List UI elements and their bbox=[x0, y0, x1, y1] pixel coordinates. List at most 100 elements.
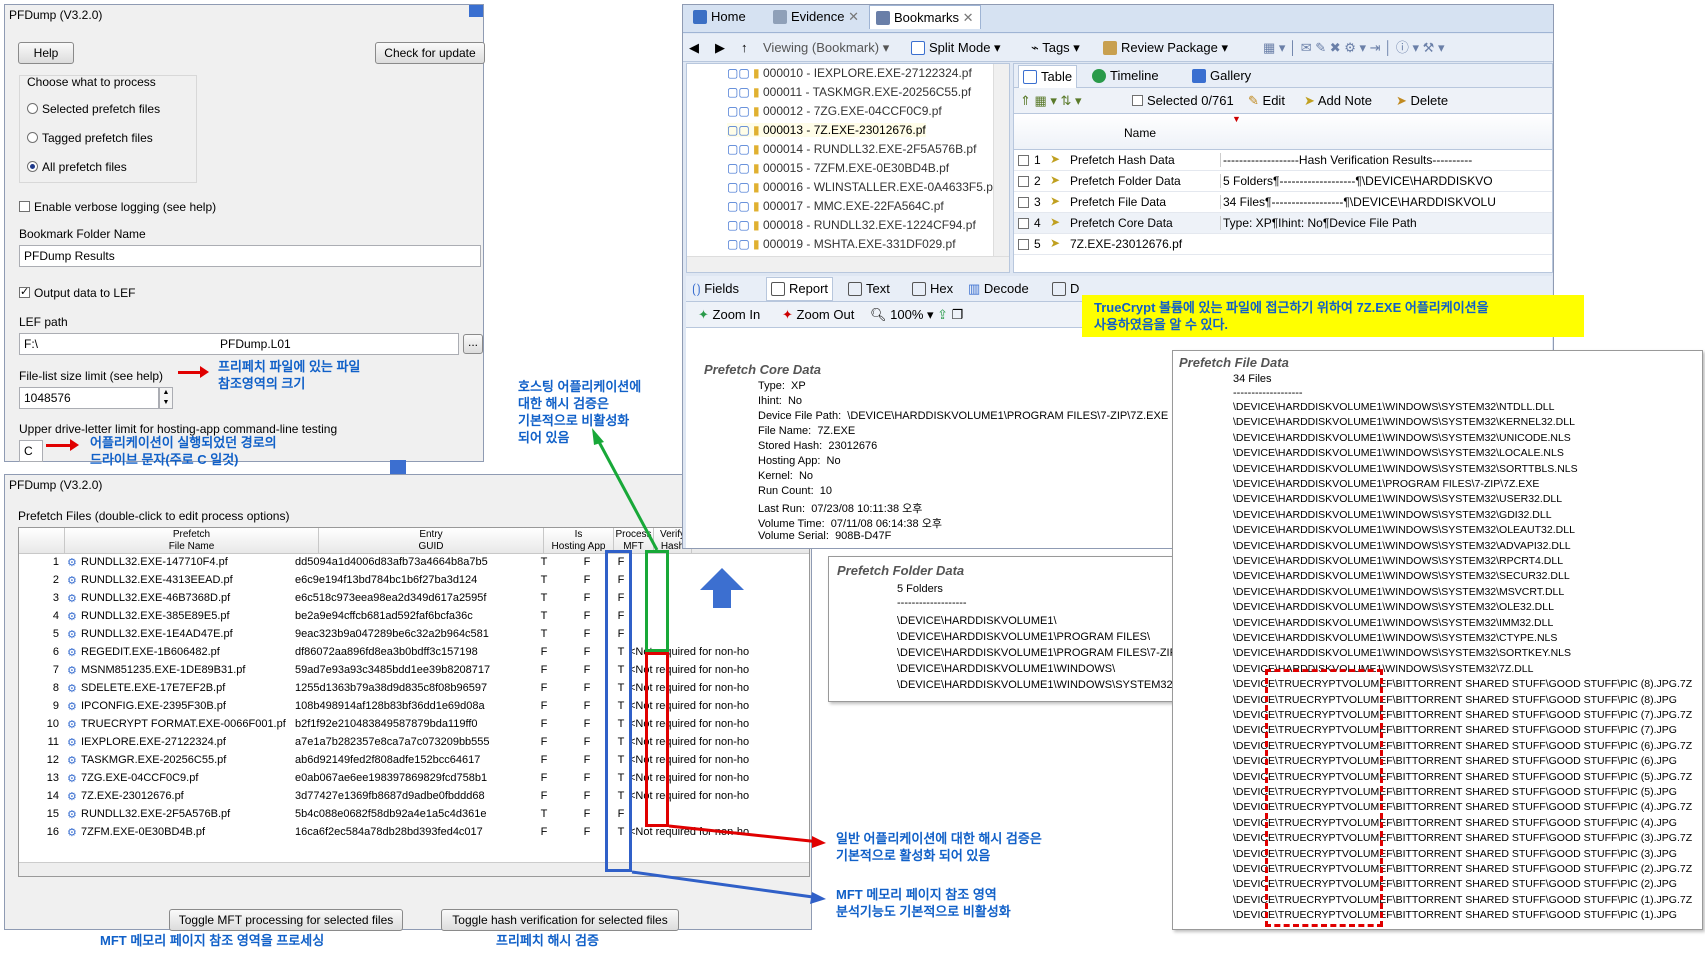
tree-connector-icon: ▢▢ bbox=[727, 180, 750, 194]
add-note-label: Add Note bbox=[1317, 93, 1373, 108]
checkbox-icon[interactable] bbox=[1132, 95, 1143, 106]
folder-icon: ▮ bbox=[753, 85, 760, 99]
add-note-button[interactable]: ➤ Add Note bbox=[1304, 90, 1372, 112]
tab-home[interactable]: Home bbox=[687, 5, 752, 29]
tree-item[interactable]: ▢▢ ▮ 000018 - RUNDLL32.EXE-1224CF94.pf bbox=[727, 218, 976, 232]
selected-count[interactable]: Selected 0/761 bbox=[1132, 90, 1234, 112]
tree-connector-icon: ▢▢ bbox=[727, 123, 750, 137]
table-tool-icons[interactable]: ⇑ ▦ ▾ ⇅ ▾ bbox=[1020, 90, 1082, 112]
delete-icon: ➤ bbox=[1396, 93, 1407, 108]
home-icon bbox=[693, 10, 707, 24]
bookmark-row[interactable]: 3 ➤ Prefetch File Data 34 Files¶-----------… bbox=[1014, 192, 1552, 213]
core-value: 908B-D47F bbox=[835, 530, 892, 542]
tree-item[interactable]: ▢▢ ▮ 000010 - IEXPLORE.EXE-27122324.pf bbox=[727, 66, 972, 80]
core-value: 10 bbox=[819, 485, 833, 497]
copy-icon[interactable]: ❐ bbox=[952, 307, 964, 322]
zoom-in-button[interactable]: ✦ Zoom In bbox=[698, 304, 760, 326]
bookmark-icon: ➤ bbox=[1050, 194, 1061, 208]
doc-icon bbox=[1052, 282, 1066, 296]
blue-up-arrowhead bbox=[700, 568, 744, 590]
edit-button[interactable]: ✎ Edit bbox=[1248, 90, 1285, 112]
tree-item-label: 000017 - MMC.EXE-22FA564C.pf bbox=[762, 199, 944, 213]
core-item: Volume Time: 07/11/08 06:14:38 오후 bbox=[758, 515, 942, 531]
core-value: \DEVICE\HARDDISKVOLUME1\PROGRAM FILES\7-… bbox=[847, 410, 1169, 422]
tags-label: Tags bbox=[1042, 40, 1070, 55]
tags-dropdown[interactable]: ⌁ Tags ▾ bbox=[1031, 37, 1080, 59]
core-item: Device File Path: \DEVICE\HARDDISKVOLUME… bbox=[758, 410, 1168, 422]
toolbar-icons[interactable]: ▦ ▾ │ ✉ ✎ ✖ ⚙ ▾ ⇥ │ ⓘ ▾ ⚒ ▾ bbox=[1263, 37, 1444, 59]
file-item: \DEVICE\HARDDISKVOLUME1\WINDOWS\SYSTEM32… bbox=[1233, 555, 1564, 567]
tab-label: Bookmarks bbox=[894, 10, 960, 25]
tree-item[interactable]: ▢▢ ▮ 000014 - RUNDLL32.EXE-2F5A576B.pf bbox=[727, 142, 976, 156]
checkbox-icon[interactable] bbox=[1018, 155, 1029, 166]
checkbox-icon[interactable] bbox=[1018, 197, 1029, 208]
folder-item: \DEVICE\HARDDISKVOLUME1\WINDOWS\SYSTEM32… bbox=[897, 679, 1176, 691]
tab-fields[interactable]: ⟮⟯ Fields bbox=[692, 278, 739, 300]
bookmark-row[interactable]: 5 ➤ 7Z.EXE-23012676.pf bbox=[1014, 234, 1552, 255]
file-data-box: Prefetch File Data 34 Files ------------… bbox=[1172, 350, 1703, 930]
name-header[interactable]: Name ▼ bbox=[1014, 114, 1552, 150]
file-item: \DEVICE\HARDDISKVOLUME1\PROGRAM FILES\7-… bbox=[1233, 478, 1540, 490]
tree-item[interactable]: ▢▢ ▮ 000015 - 7ZFM.EXE-0E30BD4B.pf bbox=[727, 161, 949, 175]
bookmark-row[interactable]: 2 ➤ Prefetch Folder Data 5 Folders¶--------… bbox=[1014, 171, 1552, 192]
file-item: \DEVICE\HARDDISKVOLUME1\WINDOWS\SYSTEM32… bbox=[1233, 508, 1552, 521]
up-icon[interactable]: ↑ bbox=[741, 37, 748, 59]
core-key: Hosting App: bbox=[758, 455, 821, 467]
annotation-hash-bottom: 프리페치 해시 검증 bbox=[496, 933, 599, 948]
tree-item[interactable]: ▢▢ ▮ 000017 - MMC.EXE-22FA564C.pf bbox=[727, 199, 944, 213]
tree-item-label: 000012 - 7ZG.EXE-04CCF0C9.pf bbox=[762, 104, 942, 118]
tab-bookmarks[interactable]: Bookmarks ✕ bbox=[869, 5, 981, 29]
tree-item[interactable]: ▢▢ ▮ 000013 - 7Z.EXE-23012676.pf bbox=[727, 123, 926, 137]
zoom-dropdown[interactable]: 🔍︎ 100% ▾ ⇪ ❐ bbox=[870, 304, 963, 326]
core-value: No bbox=[826, 455, 841, 467]
review-dropdown[interactable]: Review Package ▾ bbox=[1103, 37, 1228, 59]
tree-item[interactable]: ▢▢ ▮ 000012 - 7ZG.EXE-04CCF0C9.pf bbox=[727, 104, 942, 118]
tab-d[interactable]: D bbox=[1052, 278, 1079, 300]
viewing-dropdown[interactable]: Viewing (Bookmark) ▾ bbox=[763, 37, 889, 59]
tree-item[interactable]: ▢▢ ▮ 000011 - TASKMGR.EXE-20256C55.pf bbox=[727, 85, 971, 99]
yellow-callout: TrueCrypt 볼륨에 있는 파일에 접근하기 위하여 7Z.EXE 어플리… bbox=[1082, 295, 1584, 337]
core-key: Kernel: bbox=[758, 470, 793, 482]
core-item: Kernel: No bbox=[758, 470, 813, 482]
folder-item: \DEVICE\HARDDISKVOLUME1\PROGRAM FILES\7-… bbox=[897, 647, 1181, 659]
tab-table[interactable]: Table bbox=[1018, 65, 1078, 88]
bookmark-row[interactable]: 4 ➤ Prefetch Core Data Type: XP¶Ihint: No¶D… bbox=[1014, 213, 1552, 234]
core-key: File Name: bbox=[758, 425, 812, 437]
tab-label: Timeline bbox=[1110, 68, 1159, 83]
core-key: Run Count: bbox=[758, 485, 814, 497]
checkbox-icon[interactable] bbox=[1018, 239, 1029, 250]
export-icon[interactable]: ⇪ bbox=[937, 307, 948, 322]
tab-report[interactable]: Report bbox=[766, 277, 834, 301]
bookmark-value: Type: XP¶Ihint: No¶Device File Path bbox=[1220, 216, 1552, 230]
tab-timeline[interactable]: Timeline bbox=[1092, 65, 1159, 87]
tree-hscroll[interactable] bbox=[687, 256, 1009, 272]
tab-text[interactable]: Text bbox=[848, 278, 890, 300]
checkbox-icon[interactable] bbox=[1018, 176, 1029, 187]
tab-decode[interactable]: ▥ Decode bbox=[968, 278, 1029, 300]
bookmark-row[interactable]: 1 ➤ Prefetch Hash Data -------------------H… bbox=[1014, 150, 1552, 171]
folder-icon: ▮ bbox=[753, 180, 760, 194]
tab-hex[interactable]: Hex bbox=[912, 278, 953, 300]
bookmark-row-number: 4 bbox=[1034, 216, 1041, 230]
delete-button[interactable]: ➤ Delete bbox=[1396, 90, 1448, 112]
core-item: Ihint: No bbox=[758, 395, 802, 407]
forward-icon[interactable]: ▶ bbox=[715, 37, 725, 59]
annotation-hosting: 호스팅 어플리케이션에 대한 해시 검증은 기본적으로 비활성화 되어 있음 bbox=[518, 379, 642, 445]
file-item: \DEVICE\HARDDISKVOLUME1\WINDOWS\SYSTEM32… bbox=[1233, 570, 1570, 583]
tree-item[interactable]: ▢▢ ▮ 000019 - MSHTA.EXE-331DF029.pf bbox=[727, 237, 956, 251]
zoom-out-button[interactable]: ✦ Zoom Out bbox=[782, 304, 854, 326]
tree-vscroll[interactable] bbox=[993, 64, 1009, 256]
close-icon[interactable]: ✕ bbox=[848, 9, 859, 24]
close-icon[interactable]: ✕ bbox=[963, 10, 974, 25]
checkbox-icon[interactable] bbox=[1018, 218, 1029, 229]
annotation-mft-bottom: MFT 메모리 페이지 참조 영역을 프로세싱 bbox=[100, 933, 325, 948]
back-icon[interactable]: ◀ bbox=[689, 37, 699, 59]
split-mode-dropdown[interactable]: Split Mode ▾ bbox=[911, 37, 1001, 59]
sort-icon: ▼ bbox=[1232, 114, 1241, 124]
name-col-label: Name bbox=[1124, 126, 1157, 140]
tree-item[interactable]: ▢▢ ▮ 000016 - WLINSTALLER.EXE-0A4633F5.p… bbox=[727, 180, 996, 194]
tab-gallery[interactable]: Gallery bbox=[1192, 65, 1251, 87]
core-key: Device File Path: bbox=[758, 410, 842, 422]
tab-evidence[interactable]: Evidence ✕ bbox=[767, 5, 865, 29]
bookmark-name: Prefetch File Data bbox=[1070, 195, 1167, 209]
